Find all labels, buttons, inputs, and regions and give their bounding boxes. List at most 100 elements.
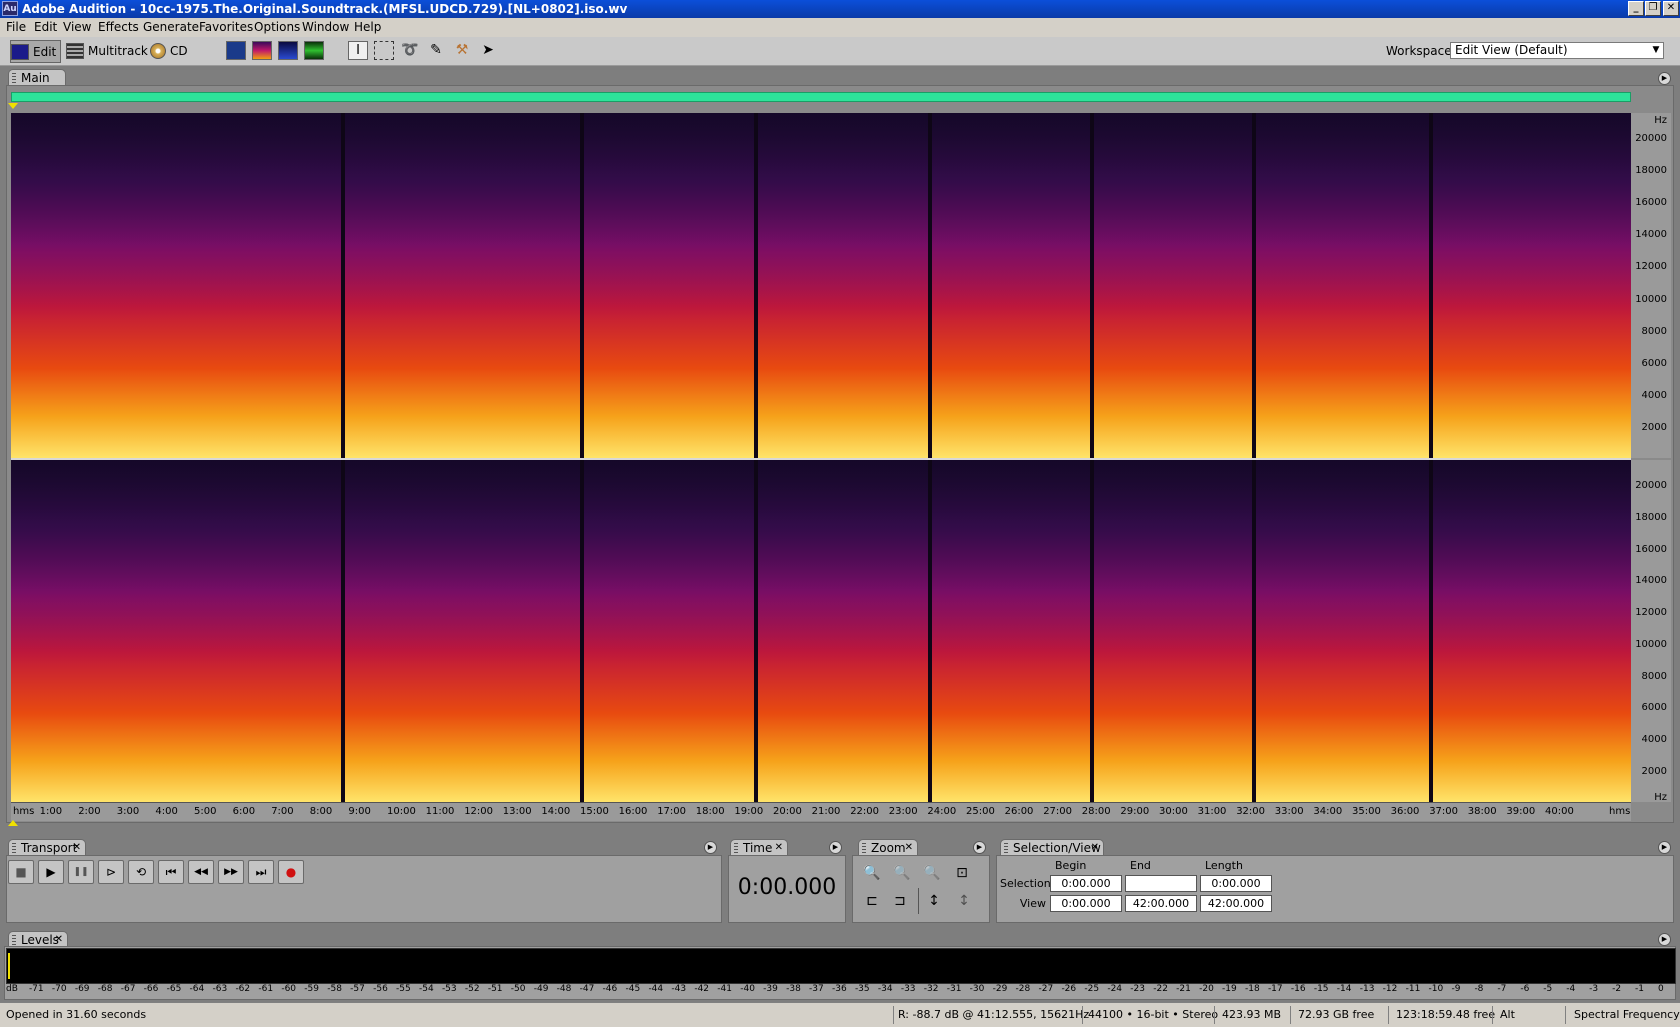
frequency-tick-label: 18000 [1635, 165, 1667, 177]
level-scale-label: -52 [464, 984, 480, 994]
panel-grip-icon[interactable] [734, 843, 738, 853]
panel-grip-icon[interactable] [12, 843, 16, 853]
spectral-pan-view-icon[interactable] [278, 41, 298, 60]
level-scale-label: -66 [143, 984, 159, 994]
spectral-phase-view-icon[interactable] [304, 41, 324, 60]
playhead-bottom-marker-icon[interactable] [8, 820, 18, 826]
close-icon[interactable]: ✕ [1091, 840, 1099, 856]
zoom-in-vertical-icon[interactable]: ↕ [922, 890, 946, 912]
waveform-view-icon[interactable] [226, 41, 246, 60]
tab-main[interactable]: Main [8, 69, 66, 86]
selection-panel-menu-icon[interactable]: ▶ [1658, 841, 1671, 854]
spectrogram-channel-right[interactable] [11, 460, 1631, 802]
main-panel-menu-icon[interactable]: ▶ [1658, 72, 1671, 85]
level-scale-label: -67 [120, 984, 136, 994]
fast-forward-button[interactable]: ▶▶ [218, 860, 244, 884]
toolbar: Edit Multitrack CD I ➰ ✎ ⚒ ➤ Workspace: [0, 37, 1680, 66]
level-scale-label: -32 [923, 984, 939, 994]
play-from-cursor-button[interactable]: ⊳ [98, 860, 124, 884]
stop-button[interactable]: ■ [8, 860, 34, 884]
menu-effects[interactable]: Effects [98, 20, 139, 35]
zoom-right-icon[interactable]: ⊐ [888, 890, 912, 912]
menu-window[interactable]: Window [302, 20, 349, 35]
loop-button[interactable]: ⟲ [128, 860, 154, 884]
menu-edit[interactable]: Edit [34, 20, 57, 35]
spectral-frequency-view-icon[interactable] [252, 41, 272, 60]
close-icon[interactable]: ✕ [775, 840, 783, 856]
zoom-out-vertical-icon[interactable]: ↕ [952, 890, 976, 912]
selection-end-field[interactable] [1125, 875, 1197, 892]
time-tick-label: 9:00 [348, 806, 371, 817]
tab-zoom[interactable]: Zoom ✕ [858, 839, 918, 856]
level-scale-label: -10 [1428, 984, 1444, 994]
transport-panel-menu-icon[interactable]: ▶ [704, 841, 717, 854]
chevron-down-icon[interactable]: ▼ [1649, 43, 1663, 58]
zoom-out-full-icon[interactable]: 🔍 [920, 862, 944, 884]
view-end-field[interactable]: 42:00.000 [1125, 895, 1197, 912]
level-scale-label: -14 [1336, 984, 1352, 994]
cd-view-button[interactable]: CD [150, 40, 188, 61]
track-boundary [1089, 460, 1094, 802]
play-button[interactable]: ▶ [38, 860, 64, 884]
view-row-label: View [1019, 897, 1046, 910]
time-panel-menu-icon[interactable]: ▶ [829, 841, 842, 854]
go-to-end-button[interactable]: ⏭ [248, 860, 274, 884]
selection-length-field[interactable]: 0:00.000 [1200, 875, 1272, 892]
close-icon[interactable]: ✕ [73, 840, 81, 856]
minimize-icon[interactable]: _ [1628, 1, 1644, 16]
zoom-to-selection-icon[interactable]: ⊡ [950, 862, 974, 884]
status-message: Opened in 31.60 seconds [6, 1008, 147, 1021]
close-icon[interactable]: ✕ [1663, 1, 1679, 16]
time-tick-label: 33:00 [1274, 806, 1304, 817]
workspace-select[interactable]: Edit View (Default) ▼ [1450, 42, 1664, 59]
lasso-tool-icon[interactable]: ➰ [400, 41, 420, 60]
pause-button[interactable]: ❚❚ [68, 860, 94, 884]
level-scale-label: -68 [97, 984, 113, 994]
tab-selection-view[interactable]: Selection/View ✕ [1000, 839, 1104, 856]
scrub-tool-icon[interactable]: ➤ [478, 41, 498, 60]
audition-app-icon[interactable]: Au [2, 1, 18, 16]
rewind-button[interactable]: ◀◀ [188, 860, 214, 884]
edit-view-button[interactable]: Edit [10, 40, 62, 63]
time-ruler[interactable]: hms hms 1:00 2:00 3:00 4:00 5:00 6:00 7:00 8:00… [11, 802, 1631, 821]
panel-grip-icon[interactable] [862, 843, 866, 853]
overview-bar[interactable] [11, 92, 1631, 102]
menu-options[interactable]: Options [254, 20, 300, 35]
level-scale-label: -61 [258, 984, 274, 994]
selection-begin-field[interactable]: 0:00.000 [1050, 875, 1122, 892]
panel-grip-icon[interactable] [12, 935, 16, 945]
go-to-start-button[interactable]: ⏮ [158, 860, 184, 884]
spectrogram-channel-left[interactable] [11, 113, 1631, 458]
menu-file[interactable]: File [6, 20, 26, 35]
record-button[interactable]: ● [278, 860, 304, 884]
spot-healing-brush-icon[interactable]: ⚒ [452, 41, 472, 60]
menu-favorites[interactable]: Favorites [199, 20, 253, 35]
time-selection-tool-icon[interactable]: I [348, 41, 368, 60]
levels-panel-menu-icon[interactable]: ▶ [1658, 933, 1671, 946]
frequency-tick-label: 10000 [1635, 293, 1667, 305]
menu-generate[interactable]: Generate [143, 20, 199, 35]
zoom-panel-menu-icon[interactable]: ▶ [973, 841, 986, 854]
effects-paintbrush-icon[interactable]: ✎ [426, 41, 446, 60]
zoom-out-horizontal-icon[interactable]: 🔍 [890, 862, 914, 884]
menu-help[interactable]: Help [354, 20, 381, 35]
zoom-left-icon[interactable]: ⊏ [860, 890, 884, 912]
frequency-tick-label: 20000 [1635, 480, 1667, 491]
playhead-marker-icon[interactable] [8, 103, 18, 109]
marquee-tool-icon[interactable] [374, 41, 394, 60]
close-icon[interactable]: ✕ [905, 840, 913, 856]
restore-icon[interactable]: ❐ [1645, 1, 1661, 16]
panel-grip-icon[interactable] [12, 73, 16, 83]
multitrack-view-button[interactable]: Multitrack [66, 40, 148, 61]
status-separator [1388, 1006, 1389, 1024]
tab-transport[interactable]: Transport ✕ [8, 839, 86, 856]
tab-time[interactable]: Time ✕ [730, 839, 788, 856]
panel-grip-icon[interactable] [1004, 843, 1008, 853]
view-begin-field[interactable]: 0:00.000 [1050, 895, 1122, 912]
menu-view[interactable]: View [63, 20, 91, 35]
time-tick-label: 22:00 [850, 806, 880, 817]
zoom-in-horizontal-icon[interactable]: 🔍 [860, 862, 884, 884]
time-tick-label: 13:00 [502, 806, 532, 817]
play-icon: ▶ [46, 865, 56, 879]
view-length-field[interactable]: 42:00.000 [1200, 895, 1272, 912]
